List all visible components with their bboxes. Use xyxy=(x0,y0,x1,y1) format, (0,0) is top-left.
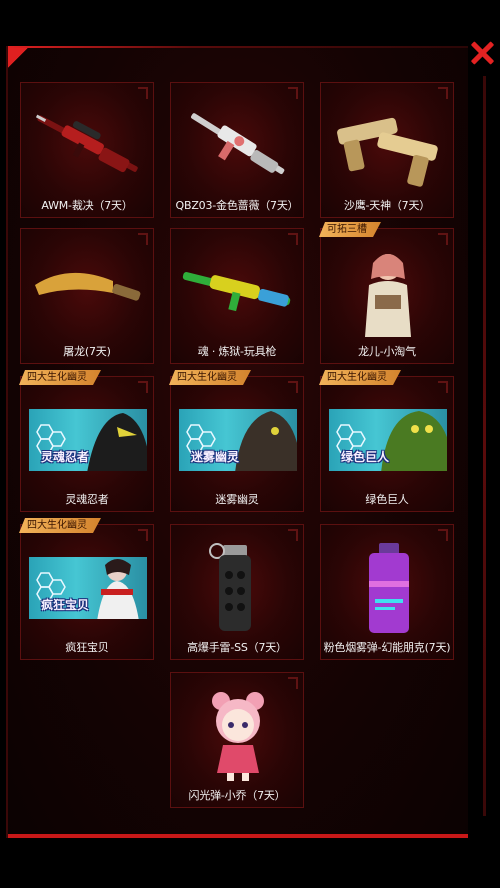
ghost-tag: 四大生化幽灵 xyxy=(19,370,101,385)
corner-decoration xyxy=(288,233,298,245)
ghost-tag: 四大生化幽灵 xyxy=(319,370,401,385)
female-character-icon xyxy=(329,245,447,337)
item-card-dragon-slayer[interactable]: 屠龙(7天) xyxy=(20,228,154,364)
reward-panel: AWM-裁决（7天） QBZ03-金色蔷薇（7天） 沙鹰-天神（7天） 屠龙(7… xyxy=(6,46,486,838)
ghost-tag: 四大生化幽灵 xyxy=(19,518,101,533)
corner-decoration xyxy=(138,529,148,541)
corner-decoration xyxy=(138,233,148,245)
close-button[interactable] xyxy=(469,40,495,66)
ghost-banner-label: 疯狂宝贝 xyxy=(41,598,90,612)
grenade-icon xyxy=(179,541,297,633)
item-name: 灵魂忍者 xyxy=(65,493,109,506)
machete-icon xyxy=(29,245,147,337)
corner-decoration xyxy=(288,87,298,99)
corner-decoration xyxy=(288,381,298,393)
item-name: 高爆手雷-SS（7天） xyxy=(187,641,287,654)
item-card-soul-ninja[interactable]: 四大生化幽灵 灵魂忍者 灵魂忍者 xyxy=(20,376,154,512)
item-card-desert-eagle[interactable]: 沙鹰-天神（7天） xyxy=(320,82,454,218)
chibi-doll-icon xyxy=(179,689,297,781)
item-name: 绿色巨人 xyxy=(365,493,409,506)
panel-top-border xyxy=(8,46,468,48)
smoke-grenade-icon xyxy=(329,541,447,633)
item-card-longer[interactable]: 可拓三槽 龙儿-小淘气 xyxy=(320,228,454,364)
item-card-awm[interactable]: AWM-裁决（7天） xyxy=(20,82,154,218)
corner-decoration xyxy=(438,87,448,99)
item-name: 屠龙(7天) xyxy=(63,345,111,358)
item-card-smoke-grenade[interactable]: 粉色烟雾弹-幻能朋克(7天) xyxy=(320,524,454,660)
mist-ghost-icon: 迷雾幽灵 xyxy=(179,409,297,471)
ghost-ninja-icon: 灵魂忍者 xyxy=(29,409,147,471)
item-name: 沙鹰-天神（7天） xyxy=(343,199,431,212)
item-name: QBZ03-金色蔷薇（7天） xyxy=(175,199,299,212)
corner-decoration xyxy=(138,381,148,393)
ghost-banner-label: 绿色巨人 xyxy=(341,450,390,464)
sniper-rifle-icon xyxy=(29,99,147,191)
crazy-baby-icon: 疯狂宝贝 xyxy=(29,557,147,619)
corner-decoration xyxy=(288,677,298,689)
item-name: 魂 · 炼狱-玩具枪 xyxy=(197,345,277,358)
item-card-grenade[interactable]: 高爆手雷-SS（7天） xyxy=(170,524,304,660)
corner-decoration xyxy=(438,529,448,541)
corner-decoration xyxy=(138,87,148,99)
corner-decoration xyxy=(438,233,448,245)
panel-right-border xyxy=(483,76,486,816)
item-name: 闪光弹-小乔（7天） xyxy=(188,789,286,802)
item-name: 粉色烟雾弹-幻能朋克(7天) xyxy=(323,641,451,654)
ghost-tag: 四大生化幽灵 xyxy=(169,370,251,385)
corner-decoration xyxy=(438,381,448,393)
expand-slot-tag: 可拓三槽 xyxy=(319,222,381,237)
panel-bottom-border xyxy=(8,834,468,838)
item-card-crazy-baby[interactable]: 四大生化幽灵 疯狂宝贝 疯狂宝贝 xyxy=(20,524,154,660)
ghost-banner-label: 迷雾幽灵 xyxy=(191,450,240,464)
assault-rifle-icon xyxy=(179,99,297,191)
item-name: AWM-裁决（7天） xyxy=(41,199,133,212)
item-card-green-giant[interactable]: 四大生化幽灵 绿色巨人 绿色巨人 xyxy=(320,376,454,512)
item-name: 疯狂宝贝 xyxy=(65,641,109,654)
item-card-flash-bang[interactable]: 闪光弹-小乔（7天） xyxy=(170,672,304,808)
item-card-mist-ghost[interactable]: 四大生化幽灵 迷雾幽灵 迷雾幽灵 xyxy=(170,376,304,512)
green-giant-icon: 绿色巨人 xyxy=(329,409,447,471)
item-card-toy-gun[interactable]: 魂 · 炼狱-玩具枪 xyxy=(170,228,304,364)
corner-decoration xyxy=(288,529,298,541)
ghost-banner-label: 灵魂忍者 xyxy=(41,450,90,464)
toy-gun-icon xyxy=(179,245,297,337)
dual-pistols-icon xyxy=(329,99,447,191)
item-name: 龙儿-小淘气 xyxy=(358,345,416,358)
item-name: 迷雾幽灵 xyxy=(215,493,259,506)
item-card-qbz03[interactable]: QBZ03-金色蔷薇（7天） xyxy=(170,82,304,218)
